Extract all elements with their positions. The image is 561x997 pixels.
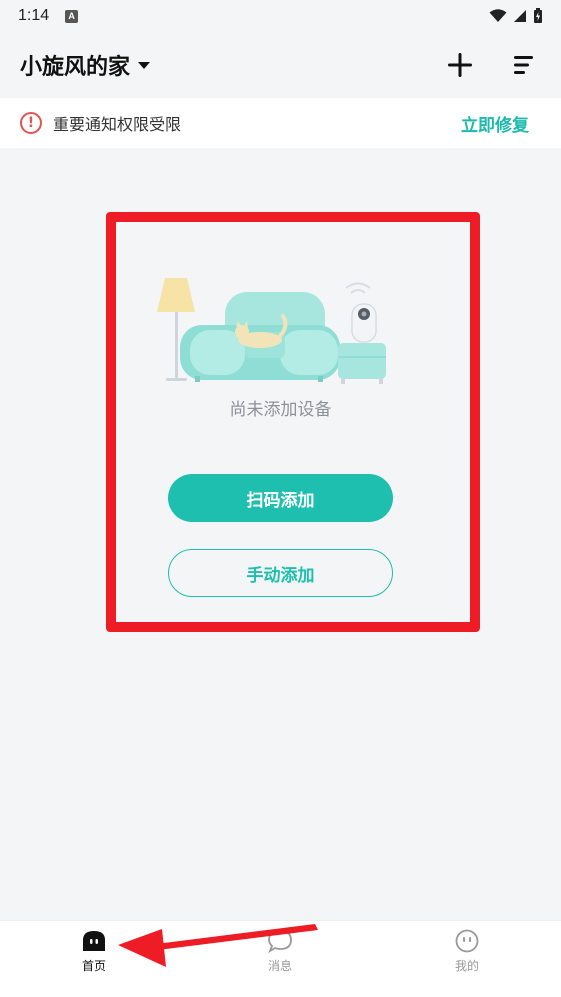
home-icon	[83, 931, 105, 951]
profile-face-icon	[455, 929, 479, 953]
nav-label-home: 首页	[81, 959, 106, 973]
manual-add-button[interactable]: 手动添加	[168, 549, 393, 597]
notification-a-icon: A	[65, 9, 79, 23]
red-arrow-annotation	[118, 924, 318, 967]
app-header: 小旋风的家	[0, 32, 561, 98]
menu-icon[interactable]	[513, 54, 535, 76]
home-selector[interactable]: 小旋风的家	[20, 49, 130, 81]
permission-notice: ! 重要通知权限受限 立即修复	[0, 98, 561, 148]
warning-icon: !	[20, 112, 42, 134]
status-indicators	[489, 8, 543, 24]
fix-now-button[interactable]: 立即修复	[461, 111, 529, 136]
nav-label-profile: 我的	[454, 959, 479, 973]
signal-icon	[514, 10, 526, 22]
status-bar: 1:14 A	[0, 0, 561, 32]
status-time: 1:14	[18, 7, 50, 24]
scan-add-button[interactable]: 扫码添加	[168, 474, 393, 522]
empty-devices-illustration	[157, 278, 386, 384]
nav-item-profile[interactable]: 我的	[437, 929, 497, 974]
no-devices-message: 尚未添加设备	[229, 400, 332, 420]
battery-icon	[534, 8, 542, 23]
wifi-icon	[489, 9, 507, 22]
caret-down-icon[interactable]	[138, 61, 151, 69]
notice-text: 重要通知权限受限	[53, 115, 182, 134]
plus-icon[interactable]	[447, 52, 473, 78]
